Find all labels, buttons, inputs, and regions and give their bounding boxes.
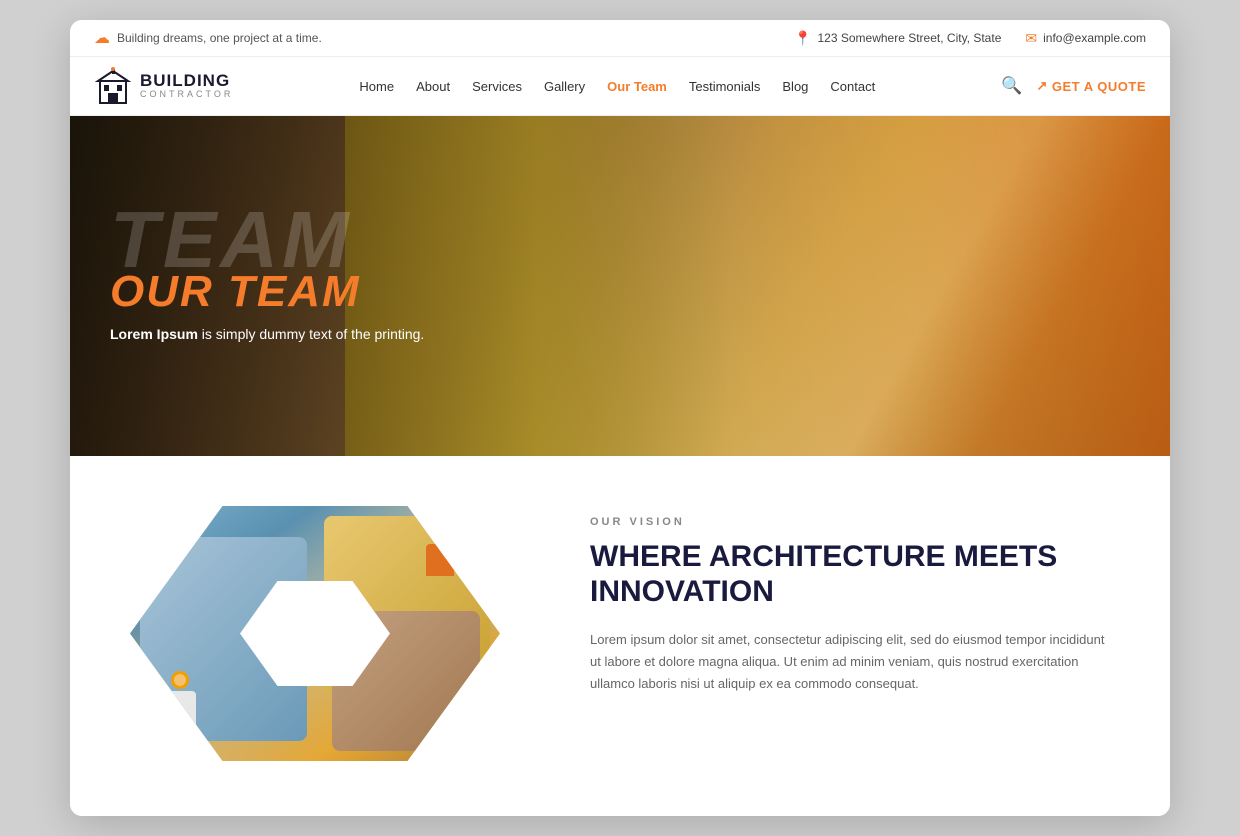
logo-text: BUILDING CONTRACTOR <box>140 72 233 101</box>
vision-title-line1: WHERE ARCHITECTURE MEETS <box>590 540 1057 573</box>
email-text: info@example.com <box>1043 31 1146 45</box>
header-actions: 🔍 ↗ GET A QUOTE <box>1001 76 1146 96</box>
nav-about[interactable]: About <box>416 79 450 94</box>
logo[interactable]: BUILDING CONTRACTOR <box>94 67 233 105</box>
hero-subtitle-rest: is simply dummy text of the printing. <box>198 326 424 342</box>
nav-gallery[interactable]: Gallery <box>544 79 585 94</box>
nav-services[interactable]: Services <box>472 79 522 94</box>
get-quote-label: GET A QUOTE <box>1052 79 1146 94</box>
logo-building-icon <box>94 67 132 105</box>
nav-our-team[interactable]: Our Team <box>607 79 667 94</box>
vision-content: OUR VISION WHERE ARCHITECTURE MEETS INNO… <box>590 506 1110 695</box>
person-silhouette-1 <box>160 671 200 731</box>
nav-contact[interactable]: Contact <box>830 79 875 94</box>
content-section: OUR VISION WHERE ARCHITECTURE MEETS INNO… <box>70 456 1170 816</box>
cloud-icon: ☁ <box>94 28 110 48</box>
address-item: 📍 123 Somewhere Street, City, State <box>794 30 1001 47</box>
hex-image-area <box>130 506 530 766</box>
nav-blog[interactable]: Blog <box>782 79 808 94</box>
vision-label: OUR VISION <box>590 516 1110 528</box>
top-bar: ☁ Building dreams, one project at a time… <box>70 20 1170 57</box>
brand-sub: CONTRACTOR <box>140 90 233 100</box>
hero-right-overlay <box>675 116 1170 456</box>
address-text: 123 Somewhere Street, City, State <box>818 31 1002 45</box>
browser-frame: ☁ Building dreams, one project at a time… <box>70 20 1170 816</box>
person-silhouette-2 <box>420 526 460 586</box>
nav-home[interactable]: Home <box>359 79 394 94</box>
hero-background-text: TEAM <box>110 200 353 280</box>
brand-name: BUILDING <box>140 72 233 91</box>
vision-title-line2: INNOVATION <box>590 575 774 608</box>
email-icon: ✉ <box>1025 30 1037 47</box>
location-icon: 📍 <box>794 30 811 47</box>
nav-testimonials[interactable]: Testimonials <box>689 79 761 94</box>
get-quote-button[interactable]: ↗ GET A QUOTE <box>1036 78 1146 94</box>
tagline-area: ☁ Building dreams, one project at a time… <box>94 28 322 48</box>
vision-title: WHERE ARCHITECTURE MEETS INNOVATION <box>590 540 1110 609</box>
hero-content: TEAM OUR TEAM Lorem Ipsum is simply dumm… <box>110 230 424 342</box>
header: BUILDING CONTRACTOR Home About Services … <box>70 57 1170 116</box>
email-item: ✉ info@example.com <box>1025 30 1146 47</box>
main-nav: Home About Services Gallery Our Team Tes… <box>359 79 875 94</box>
hero-subtitle-bold: Lorem Ipsum <box>110 326 198 342</box>
contact-info: 📍 123 Somewhere Street, City, State ✉ in… <box>794 30 1146 47</box>
hero-subtitle: Lorem Ipsum is simply dummy text of the … <box>110 326 424 342</box>
vision-body-text: Lorem ipsum dolor sit amet, consectetur … <box>590 629 1110 695</box>
search-button[interactable]: 🔍 <box>1001 76 1022 96</box>
hero-section: TEAM OUR TEAM Lorem Ipsum is simply dumm… <box>70 116 1170 456</box>
get-quote-arrow: ↗ <box>1036 78 1047 94</box>
tagline-text: Building dreams, one project at a time. <box>117 31 322 45</box>
